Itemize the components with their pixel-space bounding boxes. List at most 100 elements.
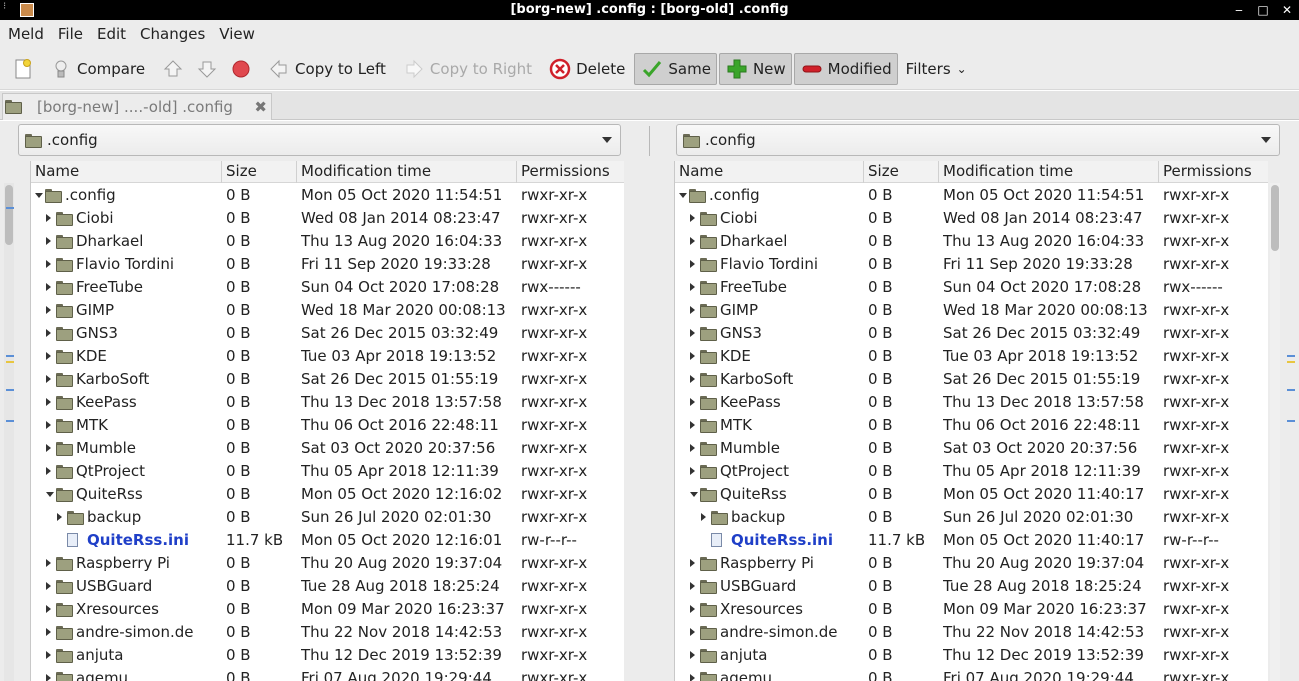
minimize-icon[interactable]: ‒ bbox=[1233, 0, 1245, 20]
expander-closed-icon[interactable] bbox=[690, 559, 695, 567]
table-row[interactable]: GIMP 0 B Wed 18 Mar 2020 00:08:13 rwxr-xr-x bbox=[675, 299, 1268, 322]
expander-closed-icon[interactable] bbox=[690, 398, 695, 406]
table-row[interactable]: Raspberry Pi 0 B Thu 20 Aug 2020 19:37:04 r… bbox=[31, 552, 624, 575]
table-row[interactable]: KDE 0 B Tue 03 Apr 2018 19:13:52 rwxr-xr-x bbox=[31, 345, 624, 368]
table-row[interactable]: USBGuard 0 B Tue 28 Aug 2018 18:25:24 rwxr-… bbox=[675, 575, 1268, 598]
column-name[interactable]: Name bbox=[675, 161, 864, 183]
new-comparison-button[interactable] bbox=[6, 53, 40, 85]
expander-closed-icon[interactable] bbox=[46, 306, 51, 314]
expander-closed-icon[interactable] bbox=[690, 674, 695, 681]
expander-closed-icon[interactable] bbox=[690, 421, 695, 429]
table-row[interactable]: Ciobi 0 B Wed 08 Jan 2014 08:23:47 rwxr-xr-… bbox=[31, 207, 624, 230]
table-row[interactable]: GIMP 0 B Wed 18 Mar 2020 00:08:13 rwxr-xr-x bbox=[31, 299, 624, 322]
expander-closed-icon[interactable] bbox=[46, 375, 51, 383]
table-row[interactable]: andre-simon.de 0 B Thu 22 Nov 2018 14:42:5… bbox=[31, 621, 624, 644]
delete-button[interactable]: Delete bbox=[543, 53, 630, 85]
menu-changes[interactable]: Changes bbox=[140, 25, 205, 43]
expander-closed-icon[interactable] bbox=[690, 582, 695, 590]
table-row[interactable]: MTK 0 B Thu 06 Oct 2016 22:48:11 rwxr-xr-x bbox=[31, 414, 624, 437]
expander-closed-icon[interactable] bbox=[46, 444, 51, 452]
column-mtime[interactable]: Modification time bbox=[939, 161, 1159, 183]
left-path-combo[interactable]: .config bbox=[18, 124, 621, 156]
table-row[interactable]: Ciobi 0 B Wed 08 Jan 2014 08:23:47 rwxr-xr-… bbox=[675, 207, 1268, 230]
tab-close-icon[interactable]: ✖ bbox=[254, 98, 267, 116]
column-size[interactable]: Size bbox=[864, 161, 939, 183]
left-file-tree[interactable]: Name Size Modification time Permissions … bbox=[30, 161, 624, 681]
table-row[interactable]: Flavio Tordini 0 B Fri 11 Sep 2020 19:33:2… bbox=[675, 253, 1268, 276]
table-row[interactable]: Xresources 0 B Mon 09 Mar 2020 16:23:37 rwx… bbox=[675, 598, 1268, 621]
tab-folder-comparison[interactable]: [borg-new] ....-old] .config ✖ bbox=[2, 93, 272, 120]
table-row[interactable]: backup 0 B Sun 26 Jul 2020 02:01:30 rwxr-xr… bbox=[675, 506, 1268, 529]
table-row[interactable]: Raspberry Pi 0 B Thu 20 Aug 2020 19:37:04 r… bbox=[675, 552, 1268, 575]
right-path-combo[interactable]: .config bbox=[676, 124, 1280, 156]
table-row[interactable]: KarboSoft 0 B Sat 26 Dec 2015 01:55:19 rwxr… bbox=[31, 368, 624, 391]
expander-closed-icon[interactable] bbox=[690, 329, 695, 337]
expander-closed-icon[interactable] bbox=[690, 444, 695, 452]
next-change-button[interactable] bbox=[190, 53, 224, 85]
right-scrollbar[interactable] bbox=[1270, 183, 1280, 681]
right-scroll-thumb[interactable] bbox=[1271, 185, 1279, 251]
expander-closed-icon[interactable] bbox=[690, 628, 695, 636]
left-gutter-scrollbar[interactable] bbox=[4, 183, 14, 681]
table-row[interactable]: QuiteRss 0 B Mon 05 Oct 2020 11:40:17 rwxr-… bbox=[675, 483, 1268, 506]
table-row[interactable]: QtProject 0 B Thu 05 Apr 2018 12:11:39 rwxr… bbox=[31, 460, 624, 483]
right-file-tree[interactable]: Name Size Modification time Permissions … bbox=[674, 161, 1268, 681]
expander-closed-icon[interactable] bbox=[690, 375, 695, 383]
expander-closed-icon[interactable] bbox=[701, 513, 706, 521]
table-row[interactable]: GNS3 0 B Sat 26 Dec 2015 03:32:49 rwxr-xr-x bbox=[31, 322, 624, 345]
expander-closed-icon[interactable] bbox=[690, 214, 695, 222]
table-row[interactable]: QuiteRss 0 B Mon 05 Oct 2020 12:16:02 rwxr-… bbox=[31, 483, 624, 506]
menu-file[interactable]: File bbox=[58, 25, 83, 43]
new-toggle-button[interactable]: New bbox=[718, 52, 792, 85]
expander-closed-icon[interactable] bbox=[46, 214, 51, 222]
expander-open-icon[interactable] bbox=[690, 492, 698, 497]
table-row[interactable]: aqemu 0 B Fri 07 Aug 2020 19:29:44 rwxr-xr-… bbox=[675, 667, 1268, 681]
table-row[interactable]: Flavio Tordini 0 B Fri 11 Sep 2020 19:33:2… bbox=[31, 253, 624, 276]
table-row[interactable]: QuiteRss.ini 11.7 kB Mon 05 Oct 2020 12:16… bbox=[31, 529, 624, 552]
table-row[interactable]: anjuta 0 B Thu 12 Dec 2019 13:52:39 rwxr-xr… bbox=[31, 644, 624, 667]
table-row[interactable]: QtProject 0 B Thu 05 Apr 2018 12:11:39 rwxr… bbox=[675, 460, 1268, 483]
expander-closed-icon[interactable] bbox=[46, 421, 51, 429]
expander-closed-icon[interactable] bbox=[690, 605, 695, 613]
table-row[interactable]: USBGuard 0 B Tue 28 Aug 2018 18:25:24 rwxr-… bbox=[31, 575, 624, 598]
table-row[interactable]: KeePass 0 B Thu 13 Dec 2018 13:57:58 rwxr-x… bbox=[31, 391, 624, 414]
expander-closed-icon[interactable] bbox=[690, 306, 695, 314]
expander-closed-icon[interactable] bbox=[690, 651, 695, 659]
copy-to-left-button[interactable]: Copy to Left bbox=[262, 53, 391, 85]
expander-closed-icon[interactable] bbox=[690, 467, 695, 475]
expander-closed-icon[interactable] bbox=[46, 582, 51, 590]
copy-to-right-button[interactable]: Copy to Right bbox=[397, 53, 537, 85]
table-row[interactable]: anjuta 0 B Thu 12 Dec 2019 13:52:39 rwxr-xr… bbox=[675, 644, 1268, 667]
table-row[interactable]: KeePass 0 B Thu 13 Dec 2018 13:57:58 rwxr-x… bbox=[675, 391, 1268, 414]
table-row[interactable]: Dharkael 0 B Thu 13 Aug 2020 16:04:33 rwxr-… bbox=[675, 230, 1268, 253]
same-toggle-button[interactable]: Same bbox=[634, 52, 717, 85]
table-row[interactable]: KDE 0 B Tue 03 Apr 2018 19:13:52 rwxr-xr-x bbox=[675, 345, 1268, 368]
meld-app-icon[interactable] bbox=[20, 3, 34, 17]
menu-edit[interactable]: Edit bbox=[97, 25, 126, 43]
table-row[interactable]: .config 0 B Mon 05 Oct 2020 11:54:51 rwxr-x… bbox=[675, 184, 1268, 207]
compare-button[interactable]: Compare bbox=[44, 53, 150, 85]
table-row[interactable]: QuiteRss.ini 11.7 kB Mon 05 Oct 2020 11:40… bbox=[675, 529, 1268, 552]
column-permissions[interactable]: Permissions bbox=[1159, 161, 1268, 183]
expander-closed-icon[interactable] bbox=[46, 674, 51, 681]
modified-toggle-button[interactable]: Modified bbox=[793, 52, 898, 85]
column-size[interactable]: Size bbox=[222, 161, 297, 183]
table-row[interactable]: backup 0 B Sun 26 Jul 2020 02:01:30 rwxr-xr… bbox=[31, 506, 624, 529]
table-row[interactable]: MTK 0 B Thu 06 Oct 2016 22:48:11 rwxr-xr-x bbox=[675, 414, 1268, 437]
expander-closed-icon[interactable] bbox=[690, 283, 695, 291]
table-row[interactable]: KarboSoft 0 B Sat 26 Dec 2015 01:55:19 rwxr… bbox=[675, 368, 1268, 391]
window-grip-icon[interactable]: ⁝ bbox=[3, 2, 13, 16]
expander-closed-icon[interactable] bbox=[46, 260, 51, 268]
table-row[interactable]: Mumble 0 B Sat 03 Oct 2020 20:37:56 rwxr-xr… bbox=[31, 437, 624, 460]
expander-closed-icon[interactable] bbox=[46, 237, 51, 245]
table-row[interactable]: FreeTube 0 B Sun 04 Oct 2020 17:08:28 rwx--… bbox=[31, 276, 624, 299]
expander-closed-icon[interactable] bbox=[46, 398, 51, 406]
column-permissions[interactable]: Permissions bbox=[517, 161, 624, 183]
expander-open-icon[interactable] bbox=[679, 193, 687, 198]
expander-closed-icon[interactable] bbox=[46, 651, 51, 659]
expander-closed-icon[interactable] bbox=[690, 352, 695, 360]
expander-closed-icon[interactable] bbox=[46, 352, 51, 360]
table-row[interactable]: andre-simon.de 0 B Thu 22 Nov 2018 14:42:5… bbox=[675, 621, 1268, 644]
close-window-icon[interactable]: ✕ bbox=[1281, 0, 1293, 20]
expander-closed-icon[interactable] bbox=[690, 260, 695, 268]
